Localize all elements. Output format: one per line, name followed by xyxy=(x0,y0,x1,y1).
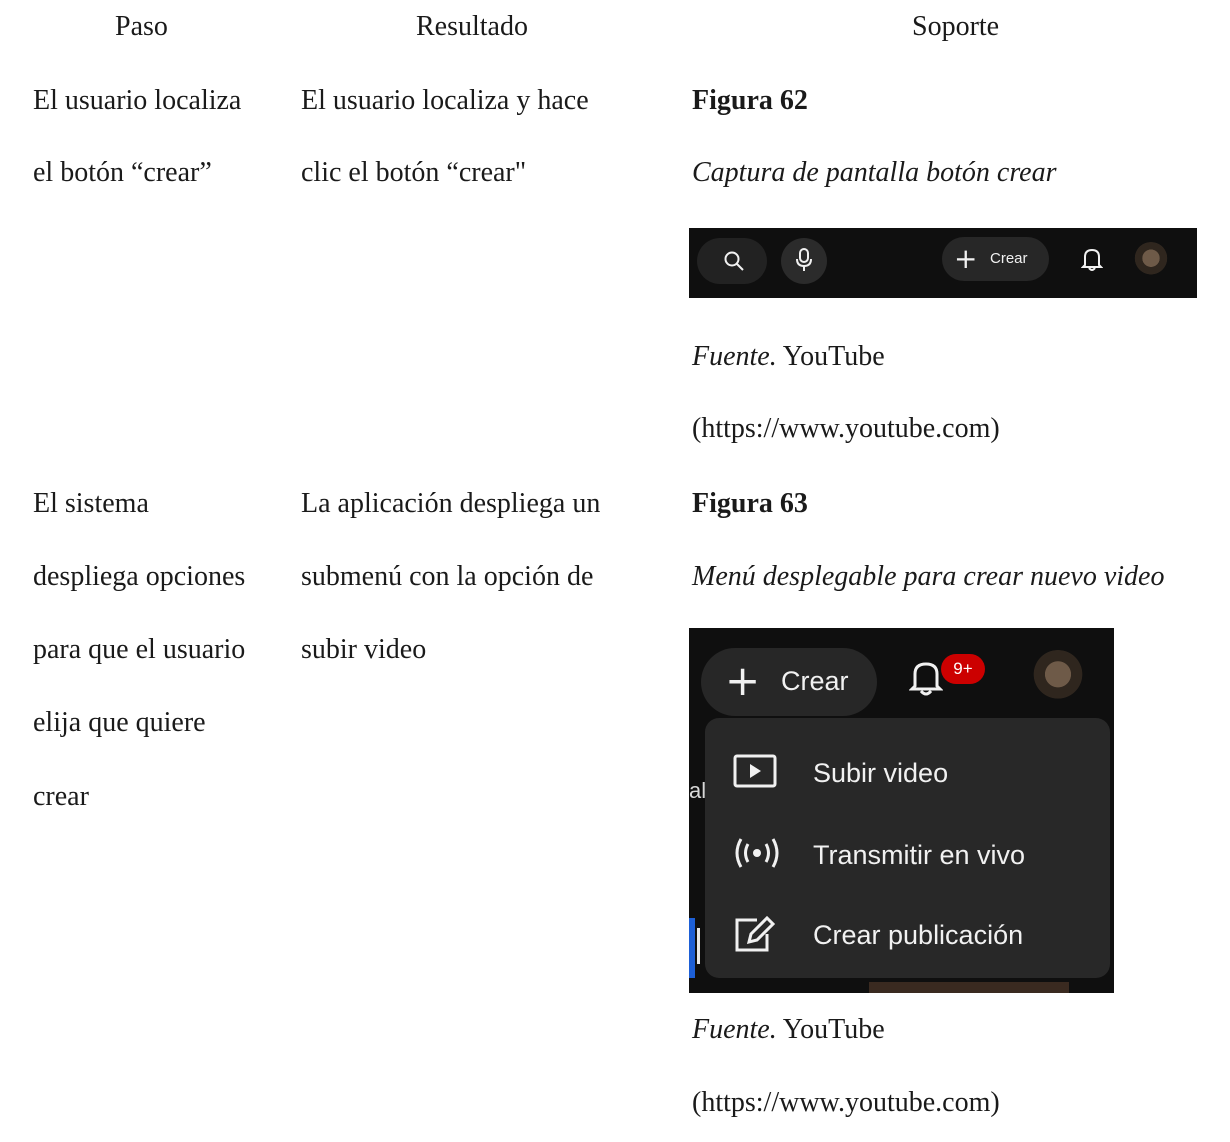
header-soporte: Soporte xyxy=(912,11,1000,42)
search-icon xyxy=(724,251,744,271)
fuente-url: (https://www.youtube.com) xyxy=(692,413,1000,444)
live-broadcast-icon xyxy=(735,838,779,868)
row1-resultado-line: clic el botón “crear" xyxy=(301,157,527,188)
menu-item-label: Subir video xyxy=(813,758,949,788)
fuente-line: Fuente. YouTube xyxy=(692,1013,885,1047)
header-paso: Paso xyxy=(115,11,168,42)
create-button: + Crear xyxy=(942,237,1049,281)
menu-item-label: Transmitir en vivo xyxy=(813,840,1026,870)
background-strip xyxy=(869,982,1069,993)
upload-video-icon xyxy=(733,754,777,788)
fuente-source: YouTube xyxy=(782,341,885,372)
edit-post-icon xyxy=(735,916,776,952)
bell-icon xyxy=(1081,248,1103,271)
row2-paso-line: para que el usuario xyxy=(33,634,246,665)
avatar xyxy=(1133,242,1169,278)
create-button-label: Crear xyxy=(990,250,1028,267)
fuente-line: Fuente. YouTube xyxy=(692,340,885,374)
header-resultado: Resultado xyxy=(416,11,528,42)
background-edge xyxy=(697,928,700,964)
bell-icon xyxy=(909,662,943,696)
row2-resultado-line: subir video xyxy=(301,634,427,665)
menu-item-upload-video: Subir video xyxy=(705,738,1110,808)
search-button xyxy=(697,238,767,284)
fuente-label: Fuente. xyxy=(692,1014,777,1045)
avatar xyxy=(1031,650,1085,704)
row2-paso-line: El sistema xyxy=(33,488,149,519)
edge-text: al xyxy=(689,778,707,803)
screenshot-create-button: + Crear xyxy=(689,228,1197,298)
row1-paso-line: El usuario localiza xyxy=(33,85,242,116)
create-button: + Crear xyxy=(701,648,877,716)
figure-number: Figura 63 xyxy=(692,488,808,519)
create-button-label: Crear xyxy=(781,666,849,696)
menu-item-create-post: Crear publicación xyxy=(705,900,1110,970)
fuente-label: Fuente. xyxy=(692,341,777,372)
row2-paso-line: crear xyxy=(33,781,89,812)
plus-icon: + xyxy=(725,656,761,705)
row2-paso-line: despliega opciones xyxy=(33,561,246,592)
row2-resultado-line: La aplicación despliega un xyxy=(301,488,601,519)
create-dropdown-menu: Subir video Transmitir en vivo Crear pub… xyxy=(705,718,1110,978)
row1-resultado-line: El usuario localiza y hace xyxy=(301,85,589,116)
figure-caption: Menú desplegable para crear nuevo video xyxy=(692,561,1165,592)
row2-paso-line: elija que quiere xyxy=(33,707,206,738)
menu-item-live: Transmitir en vivo xyxy=(705,820,1110,890)
figure-number: Figura 62 xyxy=(692,85,808,116)
notification-badge: 9+ xyxy=(941,654,985,684)
screenshot-create-menu: al + Crear 9+ Subir video Transmitir en … xyxy=(689,628,1114,993)
figure-caption: Captura de pantalla botón crear xyxy=(692,157,1057,188)
fuente-url: (https://www.youtube.com) xyxy=(692,1087,1000,1118)
plus-icon: + xyxy=(954,242,978,275)
menu-item-label: Crear publicación xyxy=(813,920,1024,950)
background-edge xyxy=(689,918,695,978)
row2-resultado-line: submenú con la opción de xyxy=(301,561,594,592)
mic-icon xyxy=(796,248,812,271)
row1-paso-line: el botón “crear” xyxy=(33,157,212,188)
mic-button xyxy=(781,238,827,284)
fuente-source: YouTube xyxy=(782,1014,885,1045)
